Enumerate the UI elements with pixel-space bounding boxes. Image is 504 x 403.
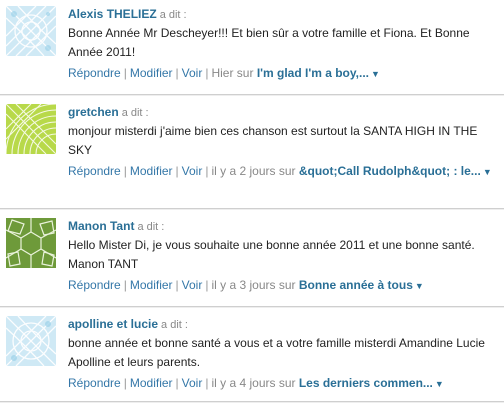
comment-header: apolline et lucie a dit :	[68, 316, 500, 332]
view-link[interactable]: Voir	[182, 66, 203, 80]
comment-content: Manon Tant a dit : Hello Mister Di, je vo…	[68, 218, 500, 295]
lime-arcs-avatar-icon[interactable]	[6, 104, 56, 154]
comment-divider	[0, 208, 504, 210]
comment-divider	[0, 306, 504, 308]
comment-item: Manon Tant a dit : Hello Mister Di, je vo…	[0, 218, 504, 302]
said-label: a dit :	[137, 221, 165, 233]
reply-link[interactable]: Répondre	[68, 376, 121, 390]
separator: |	[205, 376, 209, 390]
view-link[interactable]: Voir	[182, 376, 203, 390]
comment-item: gretchen a dit : monjour misterdi j'aime …	[0, 104, 504, 202]
post-title-link[interactable]: Les derniers commen...	[299, 376, 433, 390]
separator: |	[205, 278, 209, 292]
view-link[interactable]: Voir	[182, 278, 203, 292]
comment-author-link[interactable]: gretchen	[68, 105, 119, 119]
comment-item: Alexis THELIEZ a dit : Bonne Année Mr Des…	[0, 6, 504, 90]
green-geodesic-avatar-icon[interactable]	[6, 218, 56, 268]
comment-content: gretchen a dit : monjour misterdi j'aime …	[68, 104, 500, 181]
comment-actions: Répondre | Modifier | Voir | Hier sur I'm glad…	[68, 64, 500, 83]
post-title-link[interactable]: I'm glad I'm a boy,...	[257, 66, 369, 80]
comment-body: bonne année et bonne santé a vous et a v…	[68, 336, 485, 369]
comment-divider	[0, 94, 504, 96]
separator: |	[123, 278, 127, 292]
edit-link[interactable]: Modifier	[130, 66, 173, 80]
separator: |	[175, 376, 179, 390]
reply-link[interactable]: Répondre	[68, 164, 121, 178]
reply-link[interactable]: Répondre	[68, 66, 121, 80]
said-label: a dit :	[121, 107, 149, 119]
comment-actions: Répondre | Modifier | Voir | il y a 3 jours su…	[68, 276, 500, 295]
separator: |	[175, 164, 179, 178]
post-title-link[interactable]: &quot;Call Rudolph&quot; : le...	[299, 164, 481, 178]
separator: |	[175, 278, 179, 292]
caret-down-icon[interactable]: ▼	[483, 167, 492, 177]
comment-time: Hier sur	[211, 66, 254, 80]
comment-body: Hello Mister Di, je vous souhaite une bo…	[68, 238, 475, 271]
comment-time: il y a 2 jours sur	[211, 164, 296, 178]
comment-actions: Répondre | Modifier | Voir | il y a 2 jours su…	[68, 162, 500, 181]
separator: |	[123, 376, 127, 390]
reply-link[interactable]: Répondre	[68, 278, 121, 292]
comment-author-link[interactable]: Alexis THELIEZ	[68, 7, 157, 21]
comment-content: Alexis THELIEZ a dit : Bonne Année Mr Des…	[68, 6, 500, 83]
comment-body: monjour misterdi j'aime bien ces chanson…	[68, 124, 478, 157]
separator: |	[175, 66, 179, 80]
post-title-link[interactable]: Bonne année à tous	[299, 278, 413, 292]
blue-lace-avatar-icon[interactable]	[6, 316, 56, 366]
edit-link[interactable]: Modifier	[130, 164, 173, 178]
comment-header: gretchen a dit :	[68, 104, 500, 120]
comment-time: il y a 4 jours sur	[211, 376, 296, 390]
separator: |	[123, 164, 127, 178]
said-label: a dit :	[161, 319, 188, 331]
caret-down-icon[interactable]: ▼	[371, 69, 380, 79]
comment-body: Bonne Année Mr Descheyer!!! Et bien sûr …	[68, 26, 470, 59]
separator: |	[205, 66, 209, 80]
edit-link[interactable]: Modifier	[130, 278, 173, 292]
caret-down-icon[interactable]: ▼	[435, 379, 444, 389]
comment-item: apolline et lucie a dit : bonne année et …	[0, 316, 504, 400]
separator: |	[123, 66, 127, 80]
lace-pattern-avatar-icon[interactable]	[6, 6, 56, 56]
comment-author-link[interactable]: apolline et lucie	[68, 317, 158, 331]
comment-header: Alexis THELIEZ a dit :	[68, 6, 500, 22]
comment-time: il y a 3 jours sur	[211, 278, 296, 292]
comment-content: apolline et lucie a dit : bonne année et …	[68, 316, 500, 393]
edit-link[interactable]: Modifier	[130, 376, 173, 390]
comment-actions: Répondre | Modifier | Voir | il y a 4 jours su…	[68, 374, 500, 393]
said-label: a dit :	[159, 9, 187, 21]
comment-author-link[interactable]: Manon Tant	[68, 219, 134, 233]
caret-down-icon[interactable]: ▼	[415, 281, 424, 291]
comments-list: Alexis THELIEZ a dit : Bonne Année Mr Des…	[0, 0, 504, 403]
separator: |	[205, 164, 209, 178]
view-link[interactable]: Voir	[182, 164, 203, 178]
comment-header: Manon Tant a dit :	[68, 218, 500, 234]
